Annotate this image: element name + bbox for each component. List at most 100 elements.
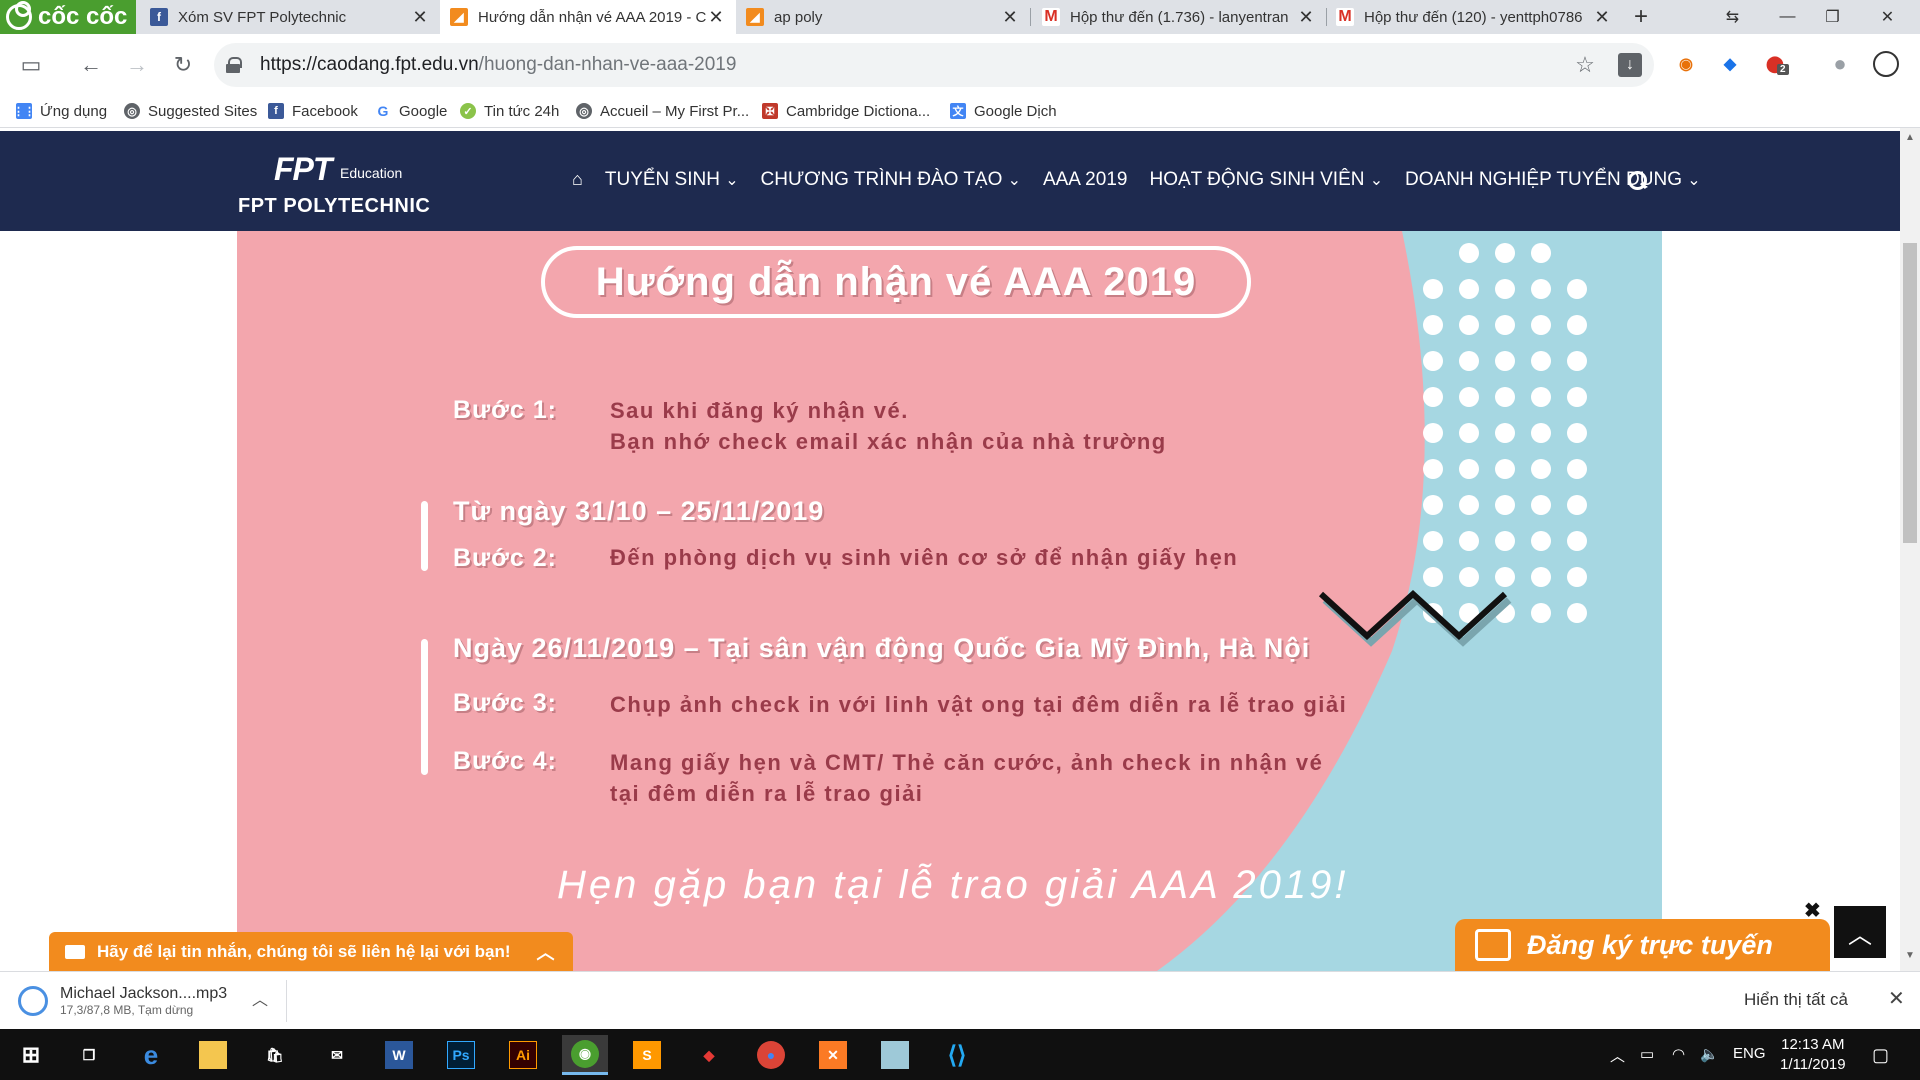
browser-tab-strip: cốc cốc f Xóm SV FPT Polytechnic ✕ ◢ Hướ… — [0, 0, 1920, 34]
language-indicator[interactable]: ENG — [1733, 1045, 1766, 1062]
photoshop-icon[interactable]: Ps — [438, 1035, 484, 1075]
scroll-down-arrow-icon[interactable]: ▼ — [1905, 950, 1915, 961]
vscode-icon[interactable]: ⟨⟩ — [934, 1035, 980, 1075]
bookmark-apps[interactable]: ⋮⋮ Ứng dụng — [13, 96, 107, 126]
bookmark-google-dich[interactable]: 文 Google Dịch — [950, 96, 1057, 126]
tab-gmail-2[interactable]: M Hộp thư đến (120) - yenttph0786 ✕ — [1326, 0, 1622, 34]
scrollbar-thumb[interactable] — [1903, 243, 1917, 543]
chrome-icon[interactable]: ● — [748, 1035, 794, 1075]
volume-icon[interactable]: 🔈 — [1700, 1045, 1719, 1063]
logo-polytechnic-label: FPT POLYTECHNIC — [238, 195, 431, 217]
tab-close-icon[interactable]: ✕ — [410, 7, 430, 28]
nav-aaa-2019[interactable]: AAA 2019 — [1043, 169, 1128, 191]
nav-doanh-nghiep[interactable]: DOANH NGHIỆP TUYỂN DỤNG ⌄ — [1405, 169, 1701, 191]
tab-xom-sv[interactable]: f Xóm SV FPT Polytechnic ✕ — [140, 0, 440, 34]
window-close-button[interactable]: ✕ — [1865, 0, 1910, 34]
tab-close-icon[interactable]: ✕ — [1592, 7, 1612, 28]
restore-button[interactable]: ❐ — [1810, 0, 1855, 34]
menu-icon[interactable] — [1872, 50, 1900, 78]
xampp-icon[interactable]: ✕ — [810, 1035, 856, 1075]
chat-message-bar[interactable]: Hãy để lại tin nhắn, chúng tôi sẽ liên h… — [49, 932, 573, 971]
tray-chevron-up-icon[interactable]: ︿ — [1610, 1045, 1625, 1066]
chevron-down-icon: ⌄ — [1369, 172, 1384, 189]
reload-icon[interactable]: ↻ — [166, 48, 200, 82]
forward-arrow-icon[interactable]: → — [120, 48, 154, 82]
fpt-favicon-icon: ◢ — [450, 8, 468, 26]
mail-icon[interactable]: ✉ — [314, 1035, 360, 1075]
nav-label: AAA 2019 — [1042, 169, 1128, 190]
bookmark-google[interactable]: G Google — [375, 96, 447, 126]
back-arrow-icon[interactable]: ← — [74, 48, 108, 82]
bookmark-tin-tuc[interactable]: ✓ Tin tức 24h — [460, 96, 559, 126]
chevron-up-icon[interactable]: ︿ — [537, 939, 555, 965]
close-icon[interactable]: ✖ — [1804, 898, 1821, 923]
download-item[interactable]: Michael Jackson....mp3 17,3/87,8 MB, Tạm… — [18, 980, 227, 1022]
news-icon: ✓ — [460, 103, 476, 119]
nav-tuyen-sinh[interactable]: TUYỂN SINH ⌄ — [605, 169, 739, 191]
page-scrollbar[interactable]: ▲ ▼ — [1900, 128, 1920, 971]
shelf-divider — [286, 980, 287, 1022]
download-icon[interactable]: ↓ — [1613, 48, 1647, 82]
notepad-icon[interactable] — [872, 1035, 918, 1075]
url-text[interactable]: https://caodang.fpt.edu.vn/huong-dan-nha… — [260, 54, 736, 76]
chevron-up-icon: ︿ — [1848, 921, 1872, 949]
word-icon[interactable]: W — [376, 1035, 422, 1075]
address-bar[interactable]: https://caodang.fpt.edu.vn/huong-dan-nha… — [214, 43, 1654, 87]
nav-chuong-trinh[interactable]: CHƯƠNG TRÌNH ĐÀO TẠO ⌄ — [761, 169, 1021, 191]
page-viewport: FPT Education FPT POLYTECHNIC ⌂ TUYỂN SI… — [0, 128, 1920, 971]
bookmark-suggested-sites[interactable]: ◎ Suggested Sites — [124, 96, 257, 126]
illustrator-icon[interactable]: Ai — [500, 1035, 546, 1075]
step3-text: Chụp ảnh check in với linh vật ong tại đ… — [610, 692, 1348, 717]
tab-gmail-1[interactable]: M Hộp thư đến (1.736) - lanyentran ✕ — [1032, 0, 1326, 34]
clock-time: 12:13 AM — [1781, 1036, 1845, 1053]
sidebar-toggle-icon[interactable]: ▭ — [14, 48, 48, 82]
close-shelf-icon[interactable]: ✕ — [1888, 986, 1905, 1011]
bookmark-facebook[interactable]: f Facebook — [268, 96, 358, 126]
coccoc-brand-button[interactable]: cốc cốc — [0, 0, 136, 34]
register-online-button[interactable]: Đăng ký trực tuyến — [1455, 919, 1830, 971]
minimize-button[interactable]: — — [1765, 0, 1810, 34]
game-icon[interactable]: ◆ — [686, 1035, 732, 1075]
windows-start-icon[interactable]: ⊞ — [8, 1035, 54, 1075]
globe-icon: ◎ — [576, 103, 592, 119]
facebook-icon: f — [268, 103, 284, 119]
home-icon[interactable]: ⌂ — [572, 169, 583, 191]
nav-hoat-dong[interactable]: HOẠT ĐỘNG SINH VIÊN ⌄ — [1149, 169, 1383, 191]
download-progress-icon — [18, 986, 48, 1016]
profile-avatar-icon[interactable]: ● — [1826, 50, 1854, 78]
bookmark-star-icon[interactable]: ☆ — [1568, 48, 1602, 82]
edge-icon[interactable]: e — [128, 1035, 174, 1075]
show-all-downloads-link[interactable]: Hiển thị tất cả — [1744, 990, 1848, 1010]
closing-message: Hẹn gặp bạn tại lễ trao giải AAA 2019! — [557, 863, 1349, 907]
download-filename: Michael Jackson....mp3 — [60, 985, 228, 1002]
notification-center-icon[interactable]: ▢ — [1872, 1045, 1889, 1066]
scroll-to-top-button[interactable]: ︿ — [1834, 906, 1886, 958]
cambridge-icon: ✠ — [762, 103, 778, 119]
tab-close-icon[interactable]: ✕ — [706, 7, 726, 28]
bookmark-cambridge[interactable]: ✠ Cambridge Dictiona... — [762, 96, 930, 126]
chevron-up-icon[interactable]: ︿ — [252, 986, 268, 1010]
task-view-icon[interactable]: ❐ — [66, 1035, 112, 1075]
back-to-window-icon[interactable]: ⇆ — [1710, 0, 1755, 34]
decorative-zigzag — [1318, 589, 1512, 647]
file-explorer-icon[interactable] — [190, 1035, 236, 1075]
tab-close-icon[interactable]: ✕ — [1296, 7, 1316, 28]
extension-drop-icon[interactable]: ◆ — [1716, 50, 1744, 78]
new-tab-button[interactable]: + — [1628, 4, 1654, 30]
store-icon[interactable]: 🛍 — [252, 1035, 298, 1075]
sublime-icon[interactable]: S — [624, 1035, 670, 1075]
tab-huong-dan[interactable]: ◢ Hướng dẫn nhận vé AAA 2019 - C ✕ — [440, 0, 736, 34]
tab-ap-poly[interactable]: ◢ ap poly ✕ — [736, 0, 1030, 34]
bookmark-accueil[interactable]: ◎ Accueil – My First Pr... — [576, 96, 749, 126]
edit-pen-icon — [1475, 929, 1511, 961]
wifi-icon[interactable]: ◠ — [1672, 1045, 1685, 1063]
scroll-up-arrow-icon[interactable]: ▲ — [1905, 132, 1915, 143]
system-clock[interactable]: 12:13 AM 1/11/2019 — [1780, 1035, 1846, 1075]
extension-coccoc-icon[interactable]: ◉ — [1672, 50, 1700, 78]
extension-adblock-icon[interactable]: ⬤ 2 — [1761, 50, 1789, 78]
search-icon[interactable] — [1628, 171, 1648, 191]
coccoc-icon[interactable]: ◉ — [562, 1035, 608, 1075]
tab-close-icon[interactable]: ✕ — [1000, 7, 1020, 28]
chevron-down-icon: ⌄ — [1687, 172, 1701, 189]
battery-icon[interactable]: ▭ — [1640, 1045, 1654, 1063]
